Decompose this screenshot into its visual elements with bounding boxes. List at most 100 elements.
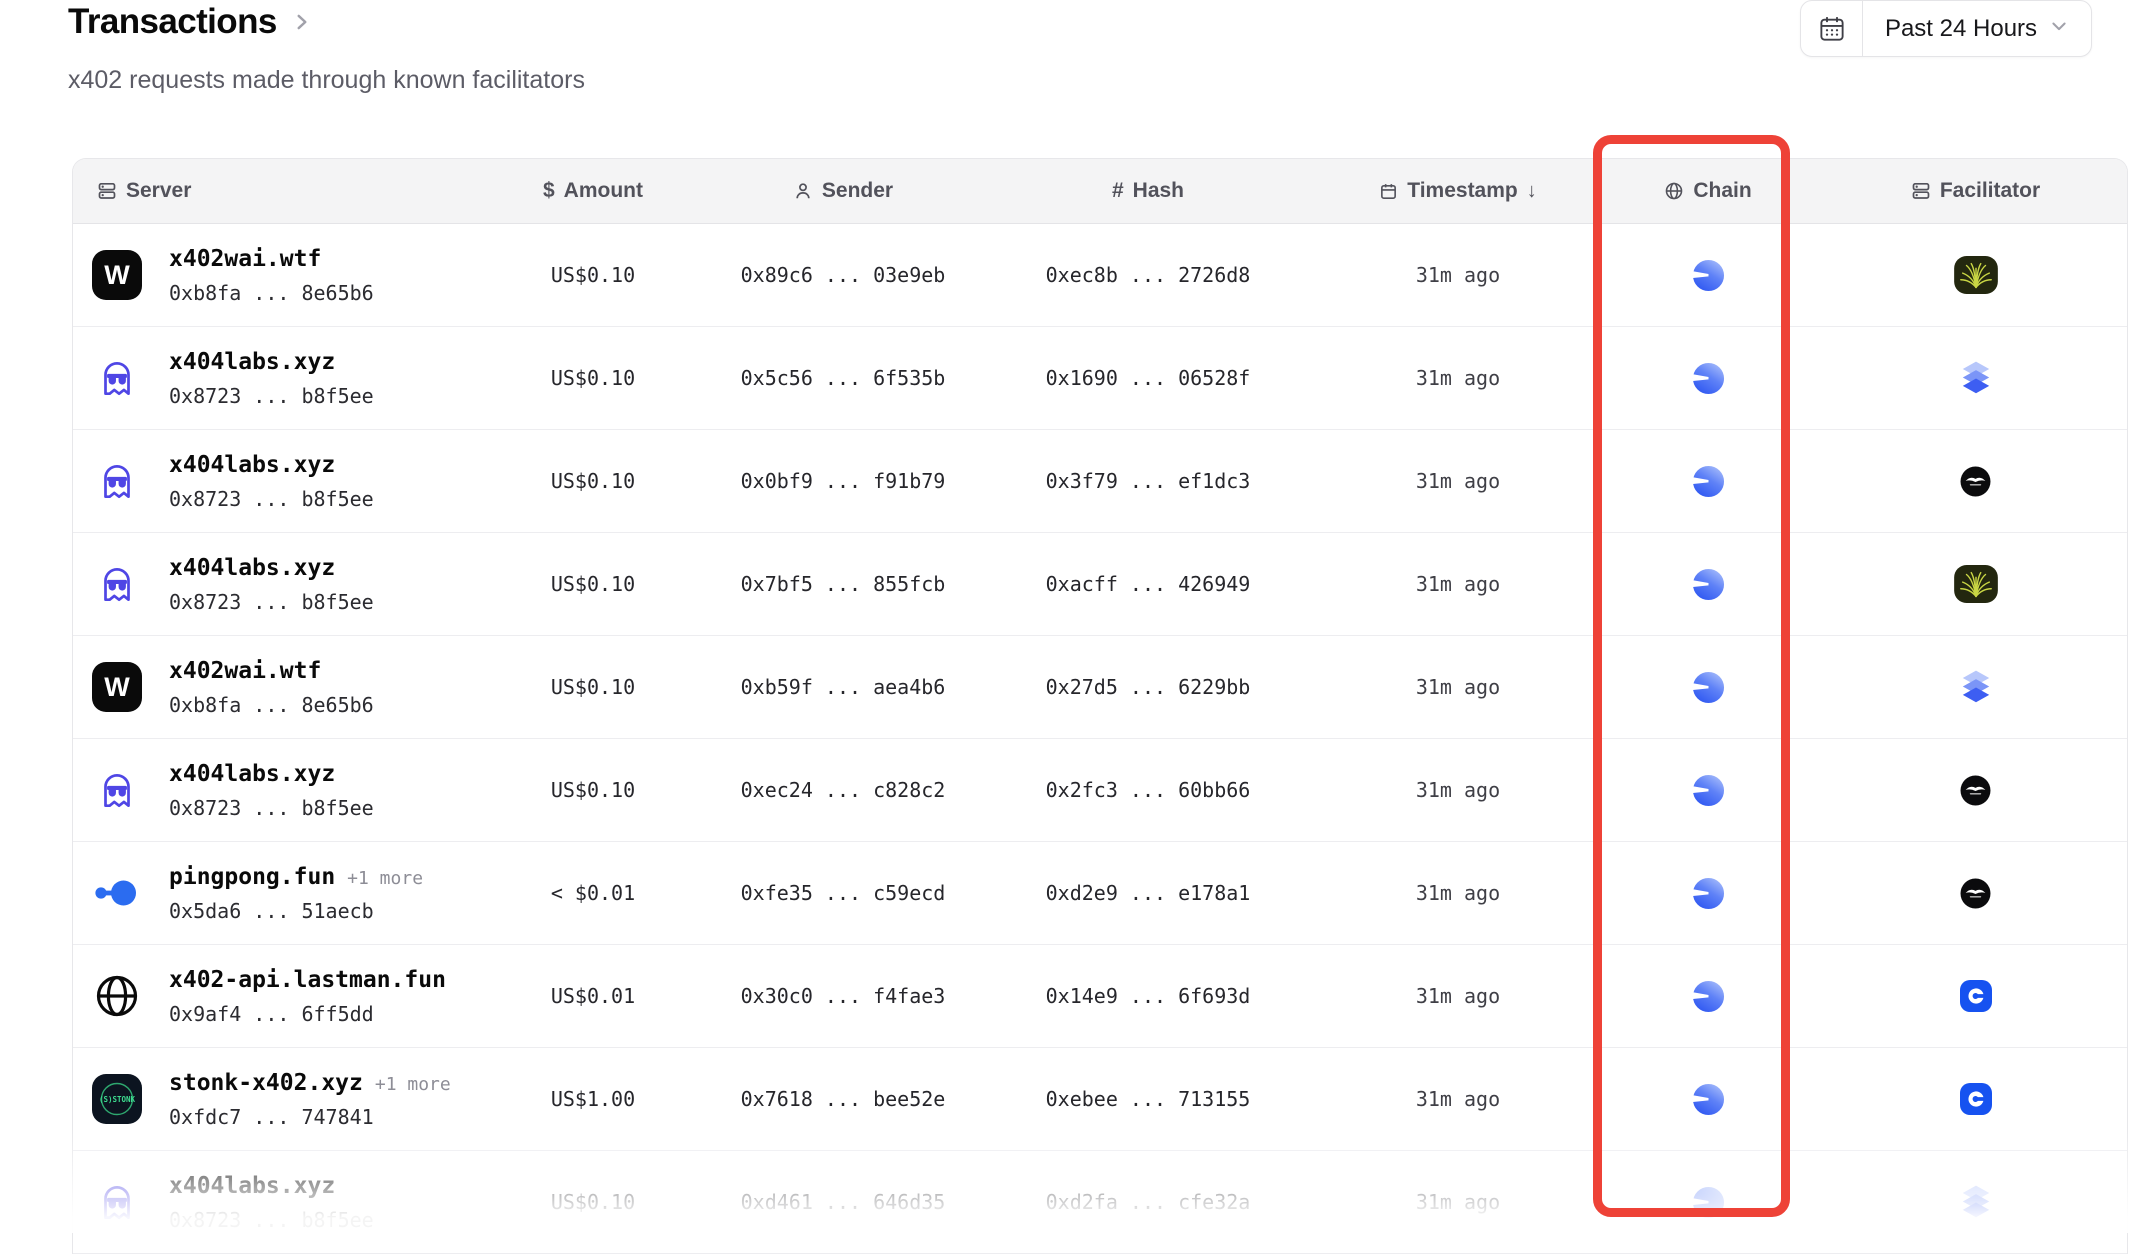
facilitator-cell: [1823, 224, 2128, 326]
hash-cell: 0x1690 ... 06528f: [973, 327, 1323, 429]
base-chain-icon: [1692, 465, 1725, 498]
wings-facilitator-icon: [1960, 775, 1991, 806]
column-header-timestamp[interactable]: Timestamp↓: [1323, 159, 1593, 223]
sender-cell: 0xfe35 ... c59ecd: [713, 842, 973, 944]
column-label: Sender: [822, 179, 893, 203]
amount-cell: < $0.01: [473, 842, 713, 944]
transaction-row[interactable]: Wx402wai.wtf0xb8fa ... 8e65b6US$0.100x89…: [73, 224, 2127, 327]
amount-cell: US$0.10: [473, 327, 713, 429]
server-name: x402wai.wtf: [169, 246, 321, 272]
time-range-filter[interactable]: Past 24 Hours: [1800, 0, 2092, 57]
sender-cell: 0xd461 ... 646d35: [713, 1151, 973, 1253]
server-name: x404labs.xyz: [169, 1173, 335, 1199]
facilitator-cell: [1823, 636, 2128, 738]
hash-cell: 0xebee ... 713155: [973, 1048, 1323, 1150]
chevron-right-icon: [291, 11, 313, 33]
amount-cell: US$1.00: [473, 1048, 713, 1150]
server-address: 0x8723 ... b8f5ee: [169, 590, 374, 614]
column-header-chain[interactable]: Chain: [1593, 159, 1823, 223]
column-header-hash[interactable]: # Hash: [973, 159, 1323, 223]
sender-cell: 0xb59f ... aea4b6: [713, 636, 973, 738]
transaction-row[interactable]: (S)STONKstonk-x402.xyz+1 more0xfdc7 ... …: [73, 1048, 2127, 1151]
column-label: Chain: [1693, 179, 1751, 203]
table-header-row: Server$Amount Sender # Hash Timestamp↓ Chain F…: [73, 159, 2127, 224]
server-extra-count: +1 more: [347, 868, 423, 889]
sender-cell: 0x30c0 ... f4fae3: [713, 945, 973, 1047]
column-header-amount[interactable]: $Amount: [473, 159, 713, 223]
chain-cell: [1593, 842, 1823, 944]
transactions-title-link[interactable]: Transactions: [68, 2, 585, 42]
ghost-server-icon: [91, 1179, 143, 1225]
sender-cell: 0x7bf5 ... 855fcb: [713, 533, 973, 635]
column-label: Hash: [1133, 179, 1184, 203]
base-chain-icon: [1692, 671, 1725, 704]
chain-cell: [1593, 327, 1823, 429]
ghost-server-icon: [91, 561, 143, 607]
globe-server-icon: [91, 973, 143, 1019]
globe-icon: [1664, 181, 1684, 201]
column-header-sender[interactable]: Sender: [713, 159, 973, 223]
transaction-row[interactable]: x404labs.xyz0x8723 ... b8f5eeUS$0.100x5c…: [73, 327, 2127, 430]
base-chain-icon: [1692, 774, 1725, 807]
timestamp-cell: 31m ago: [1323, 1048, 1593, 1150]
w-badge-server-icon: W: [91, 250, 143, 300]
wings-facilitator-icon: [1960, 878, 1991, 909]
table-body: Wx402wai.wtf0xb8fa ... 8e65b6US$0.100x89…: [73, 224, 2127, 1254]
hash-cell: 0x14e9 ... 6f693d: [973, 945, 1323, 1047]
ghost-server-icon: [91, 458, 143, 504]
calendar-icon[interactable]: [1801, 1, 1863, 56]
server-name: x404labs.xyz: [169, 761, 335, 787]
person-icon: [793, 181, 813, 201]
transaction-row[interactable]: x402-api.lastman.fun0x9af4 ... 6ff5ddUS$…: [73, 945, 2127, 1048]
hash-icon: #: [1112, 179, 1124, 203]
server-cell: pingpong.fun+1 more0x5da6 ... 51aecb: [73, 842, 473, 944]
transaction-row[interactable]: x404labs.xyz0x8723 ... b8f5eeUS$0.100x0b…: [73, 430, 2127, 533]
facilitator-cell: [1823, 739, 2128, 841]
transaction-row[interactable]: Wx402wai.wtf0xb8fa ... 8e65b6US$0.100xb5…: [73, 636, 2127, 739]
dollar-icon: $: [543, 179, 555, 203]
hash-cell: 0x2fc3 ... 60bb66: [973, 739, 1323, 841]
chain-cell: [1593, 430, 1823, 532]
base-chain-icon: [1692, 362, 1725, 395]
pingpong-server-icon: [91, 875, 143, 911]
layers-facilitator-icon: [1957, 668, 1995, 706]
hash-cell: 0xd2fa ... cfe32a: [973, 1151, 1323, 1253]
server-cell: x404labs.xyz 0x8723 ... b8f5ee: [73, 739, 473, 841]
hash-cell: 0xd2e9 ... e178a1: [973, 842, 1323, 944]
timestamp-cell: 31m ago: [1323, 636, 1593, 738]
server-cell: x404labs.xyz0x8723 ... b8f5ee: [73, 430, 473, 532]
transaction-row[interactable]: pingpong.fun+1 more0x5da6 ... 51aecb< $0…: [73, 842, 2127, 945]
amount-cell: US$0.10: [473, 636, 713, 738]
column-header-server[interactable]: Server: [73, 159, 473, 223]
svg-text:W: W: [104, 672, 130, 702]
chain-cell: [1593, 224, 1823, 326]
chain-cell: [1593, 636, 1823, 738]
amount-cell: US$0.10: [473, 1151, 713, 1253]
ghost-server-icon: [91, 355, 143, 401]
server-name: x402-api.lastman.fun: [169, 967, 446, 993]
coinbase-facilitator-icon: [1960, 1083, 1992, 1115]
page-header: Transactions x402 requests made through …: [68, 2, 585, 95]
facilitator-cell: [1823, 945, 2128, 1047]
server-cell: (S)STONKstonk-x402.xyz+1 more0xfdc7 ... …: [73, 1048, 473, 1150]
column-header-facilitator[interactable]: Facilitator: [1823, 159, 2128, 223]
transaction-row[interactable]: x404labs.xyz0x8723 ... b8f5eeUS$0.100xec…: [73, 739, 2127, 842]
time-range-value: Past 24 Hours: [1885, 15, 2037, 43]
server-name: x402wai.wtf: [169, 658, 321, 684]
timestamp-cell: 31m ago: [1323, 842, 1593, 944]
chain-cell: [1593, 1151, 1823, 1253]
ghost-server-icon: [91, 767, 143, 813]
server-address: 0xfdc7 ... 747841: [169, 1105, 451, 1129]
server-cell: Wx402wai.wtf0xb8fa ... 8e65b6: [73, 224, 473, 326]
server-rack-icon: [97, 181, 117, 201]
transaction-row[interactable]: x404labs.xyz0x8723 ... b8f5eeUS$0.100xd4…: [73, 1151, 2127, 1254]
timestamp-cell: 31m ago: [1323, 945, 1593, 1047]
server-name: x404labs.xyz: [169, 349, 335, 375]
facilitator-cell: [1823, 1048, 2128, 1150]
timestamp-cell: 31m ago: [1323, 533, 1593, 635]
amount-cell: US$0.10: [473, 739, 713, 841]
server-name: pingpong.fun: [169, 864, 335, 890]
transaction-row[interactable]: x404labs.xyz0x8723 ... b8f5eeUS$0.100x7b…: [73, 533, 2127, 636]
timestamp-cell: 31m ago: [1323, 430, 1593, 532]
server-address: 0x8723 ... b8f5ee: [169, 796, 374, 820]
